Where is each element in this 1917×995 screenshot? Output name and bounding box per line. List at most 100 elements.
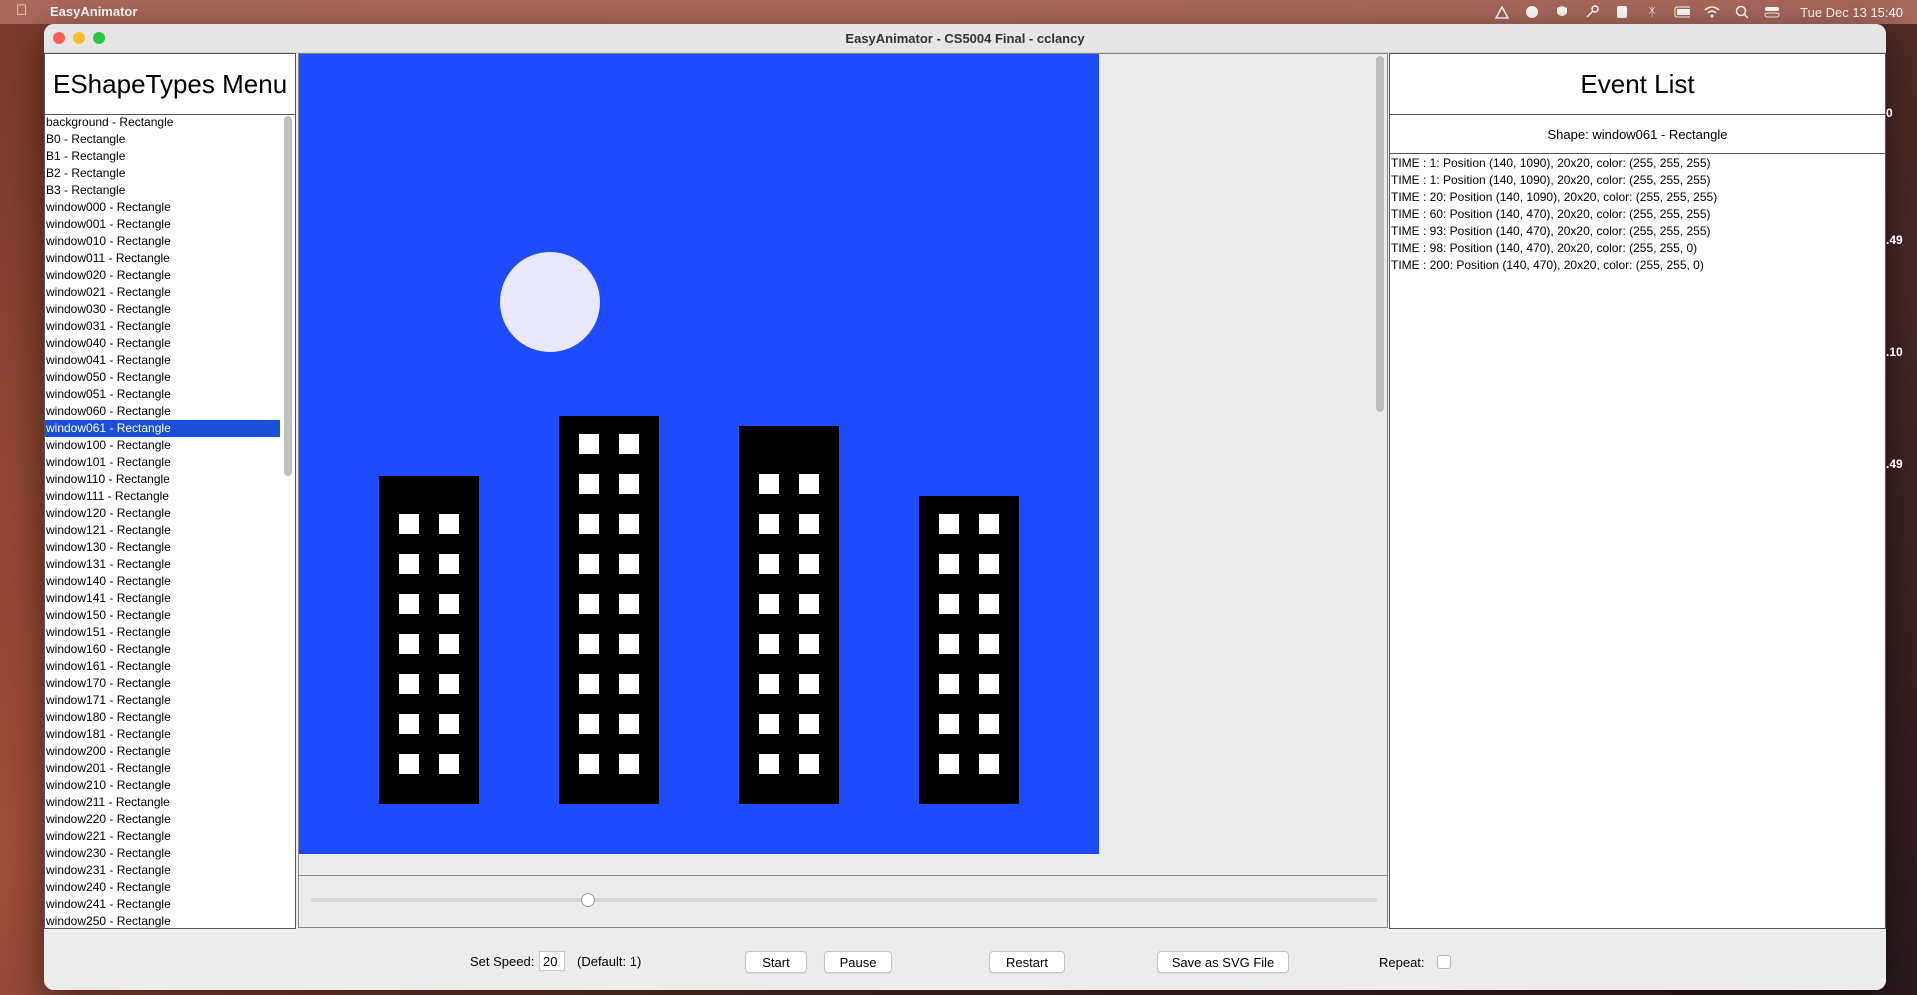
building-window xyxy=(799,514,819,534)
building-window xyxy=(439,594,459,614)
animation-viewport xyxy=(298,53,1388,876)
shape-list-item[interactable]: B2 - Rectangle xyxy=(45,165,280,182)
shape-list-item[interactable]: window211 - Rectangle xyxy=(45,794,280,811)
shape-list-item[interactable]: window200 - Rectangle xyxy=(45,743,280,760)
shape-list-item[interactable]: window060 - Rectangle xyxy=(45,403,280,420)
shape-list-item[interactable]: B3 - Rectangle xyxy=(45,182,280,199)
canvas-scroll-thumb[interactable] xyxy=(1376,56,1384,412)
building-window xyxy=(759,714,779,734)
bluetooth-icon[interactable]: ᛡ xyxy=(1644,5,1660,19)
building-window xyxy=(939,554,959,574)
building-window xyxy=(399,554,419,574)
shape-list-item[interactable]: window130 - Rectangle xyxy=(45,539,280,556)
building-window xyxy=(939,514,959,534)
shape-list-item[interactable]: window180 - Rectangle xyxy=(45,709,280,726)
building-window xyxy=(799,594,819,614)
building-window xyxy=(939,634,959,654)
building-window xyxy=(759,754,779,774)
shape-list-item[interactable]: B0 - Rectangle xyxy=(45,131,280,148)
shape-list-item[interactable]: window031 - Rectangle xyxy=(45,318,280,335)
shape-list-item[interactable]: window030 - Rectangle xyxy=(45,301,280,318)
shape-list-item[interactable]: window100 - Rectangle xyxy=(45,437,280,454)
battery-icon[interactable] xyxy=(1674,5,1691,19)
event-list-item: TIME : 1: Position (140, 1090), 20x20, c… xyxy=(1391,156,1711,170)
building-window xyxy=(439,634,459,654)
building-window xyxy=(799,634,819,654)
pause-button[interactable]: Pause xyxy=(824,951,892,973)
shape-list-item[interactable]: window061 - Rectangle xyxy=(45,420,280,437)
building-window xyxy=(979,714,999,734)
event-list-item: TIME : 93: Position (140, 470), 20x20, c… xyxy=(1391,224,1711,238)
shape-list-item[interactable]: window150 - Rectangle xyxy=(45,607,280,624)
restart-button[interactable]: Restart xyxy=(989,951,1065,973)
sync-icon[interactable] xyxy=(1524,5,1540,19)
shape-list-item[interactable]: window011 - Rectangle xyxy=(45,250,280,267)
building-window xyxy=(399,714,419,734)
wifi-icon[interactable] xyxy=(1704,5,1720,19)
apple-menu-icon[interactable]:  xyxy=(16,2,27,19)
start-button[interactable]: Start xyxy=(745,951,807,973)
app-menu-name[interactable]: EasyAnimator xyxy=(50,4,137,19)
shape-list-item[interactable]: window240 - Rectangle xyxy=(45,879,280,896)
shape-list-item[interactable]: window171 - Rectangle xyxy=(45,692,280,709)
shape-list-item[interactable]: window041 - Rectangle xyxy=(45,352,280,369)
canvas-vertical-scrollbar[interactable] xyxy=(1376,56,1384,871)
window-title: EasyAnimator - CS5004 Final - cclancy xyxy=(845,31,1085,46)
speed-input[interactable] xyxy=(539,951,565,971)
building-window xyxy=(939,714,959,734)
shape-list-item[interactable]: window221 - Rectangle xyxy=(45,828,280,845)
shape-list-item[interactable]: window160 - Rectangle xyxy=(45,641,280,658)
repeat-checkbox[interactable] xyxy=(1437,955,1451,969)
timeline-slider-track[interactable] xyxy=(311,898,1377,902)
shape-list-item[interactable]: window220 - Rectangle xyxy=(45,811,280,828)
building-window xyxy=(579,434,599,454)
shape-list-item[interactable]: window120 - Rectangle xyxy=(45,505,280,522)
shape-list-item[interactable]: window140 - Rectangle xyxy=(45,573,280,590)
shape-list-item[interactable]: window001 - Rectangle xyxy=(45,216,280,233)
event-list-item: TIME : 1: Position (140, 1090), 20x20, c… xyxy=(1391,173,1711,187)
shape-list-item[interactable]: window021 - Rectangle xyxy=(45,284,280,301)
shape-list-scrollbar[interactable] xyxy=(284,116,292,928)
control-center-icon[interactable] xyxy=(1764,5,1780,19)
shield-icon[interactable] xyxy=(1554,5,1570,19)
shape-list-item[interactable]: window111 - Rectangle xyxy=(45,488,280,505)
shape-list-item[interactable]: window210 - Rectangle xyxy=(45,777,280,794)
shape-list-item[interactable]: B1 - Rectangle xyxy=(45,148,280,165)
key-icon[interactable] xyxy=(1584,5,1600,19)
shape-list-item[interactable]: window250 - Rectangle xyxy=(45,913,280,928)
shape-list-item[interactable]: window181 - Rectangle xyxy=(45,726,280,743)
shape-list-item[interactable]: window000 - Rectangle xyxy=(45,199,280,216)
shape-list-item[interactable]: window231 - Rectangle xyxy=(45,862,280,879)
shape-list-item[interactable]: window051 - Rectangle xyxy=(45,386,280,403)
shape-list-item[interactable]: window230 - Rectangle xyxy=(45,845,280,862)
window-titlebar[interactable]: EasyAnimator - CS5004 Final - cclancy xyxy=(44,24,1886,53)
shape-list[interactable]: background - Rectangle B0 - Rectangle B1 -… xyxy=(45,114,280,928)
search-icon[interactable] xyxy=(1734,5,1750,19)
building-window xyxy=(759,674,779,694)
shape-list-item[interactable]: window121 - Rectangle xyxy=(45,522,280,539)
shape-list-item[interactable]: window161 - Rectangle xyxy=(45,658,280,675)
event-list-item: TIME : 200: Position (140, 470), 20x20, … xyxy=(1391,258,1704,272)
shape-list-item[interactable]: window020 - Rectangle xyxy=(45,267,280,284)
person-icon[interactable] xyxy=(1614,5,1630,19)
menubar-clock[interactable]: Tue Dec 13 15:40 xyxy=(1800,5,1903,20)
shape-list-item[interactable]: background - Rectangle xyxy=(45,114,280,131)
save-svg-button[interactable]: Save as SVG File xyxy=(1157,951,1289,973)
drive-icon[interactable] xyxy=(1494,5,1510,19)
shape-list-item[interactable]: window151 - Rectangle xyxy=(45,624,280,641)
shape-list-item[interactable]: window010 - Rectangle xyxy=(45,233,280,250)
timeline-slider-knob[interactable] xyxy=(581,893,596,907)
shape-list-item[interactable]: window141 - Rectangle xyxy=(45,590,280,607)
shape-list-item[interactable]: window170 - Rectangle xyxy=(45,675,280,692)
shape-list-item[interactable]: window110 - Rectangle xyxy=(45,471,280,488)
shape-list-item[interactable]: window101 - Rectangle xyxy=(45,454,280,471)
shape-list-item[interactable]: window131 - Rectangle xyxy=(45,556,280,573)
shape-list-item[interactable]: window050 - Rectangle xyxy=(45,369,280,386)
building-window xyxy=(979,594,999,614)
desktop-peek-text: .10 xyxy=(1886,345,1903,359)
event-list-item: TIME : 60: Position (140, 470), 20x20, c… xyxy=(1391,207,1711,221)
shape-list-item[interactable]: window040 - Rectangle xyxy=(45,335,280,352)
shape-list-item[interactable]: window241 - Rectangle xyxy=(45,896,280,913)
shape-list-item[interactable]: window201 - Rectangle xyxy=(45,760,280,777)
shape-list-scroll-thumb[interactable] xyxy=(284,116,292,476)
